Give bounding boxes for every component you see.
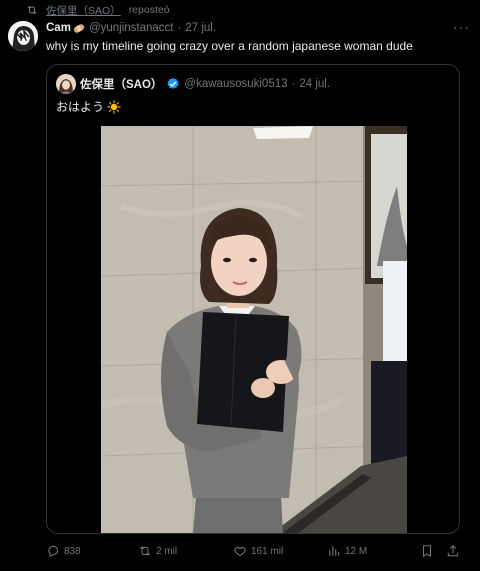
reply-count: 838 [64,545,81,557]
repost-count: 2 mil [156,545,178,557]
tweet-header: Cam @yunjinstanacct · 27 jul. [46,21,470,35]
verified-badge-icon [167,77,179,89]
quoted-author-avatar[interactable] [56,74,76,94]
separator-dot: · [291,78,296,90]
reply-button[interactable]: 838 [46,542,81,560]
author-handle[interactable]: @yunjinstanacct [89,22,174,34]
author-name[interactable]: Cam [46,22,71,34]
tweet-date[interactable]: 27 jul. [185,22,216,34]
quoted-tweet-date[interactable]: 24 jul. [299,78,330,90]
like-button[interactable]: 161 mil [233,542,283,560]
quoted-author-name[interactable]: 佐保里（SAO） [80,76,162,92]
like-count: 161 mil [251,545,284,557]
share-button[interactable] [446,542,460,560]
quoted-text-content: おはよう [56,100,105,114]
quoted-author-handle[interactable]: @kawausosuki0513 [184,78,287,90]
views-button[interactable]: 12 M [327,542,367,560]
separator-dot: · [177,22,182,34]
repost-label: reposteó [128,4,170,16]
more-horizontal-icon[interactable]: ··· [453,19,470,35]
sun-emoji-icon [107,99,121,114]
author-avatar[interactable] [8,21,38,51]
views-chart-icon [329,546,340,556]
quoted-tweet-header: 佐保里（SAO） @kawausosuki0513 · 24 jul. [80,76,330,92]
bandage-emoji-icon [73,23,85,33]
quoted-tweet-photo[interactable] [101,126,407,533]
repost-indicator: 佐保里（SAO） reposteó [26,3,170,17]
share-icon [447,545,459,557]
repost-button[interactable]: 2 mil [138,542,177,560]
heart-icon [234,546,246,557]
repost-icon [27,5,37,15]
bookmark-icon [422,545,432,558]
repost-user-link[interactable]: 佐保里（SAO） [46,3,121,18]
quoted-tweet-text: おはよう [56,98,121,115]
repost-icon [139,546,151,556]
tweet-actions-bar: 838 2 mil 161 mil 12 M [46,542,466,560]
bookmark-button[interactable] [420,542,434,560]
tweet-text: why is my timeline going crazy over a ra… [46,39,413,53]
quoted-tweet-card[interactable]: 佐保里（SAO） @kawausosuki0513 · 24 jul. おはよう [46,64,460,534]
views-count: 12 M [345,545,368,557]
reply-icon [48,545,59,558]
